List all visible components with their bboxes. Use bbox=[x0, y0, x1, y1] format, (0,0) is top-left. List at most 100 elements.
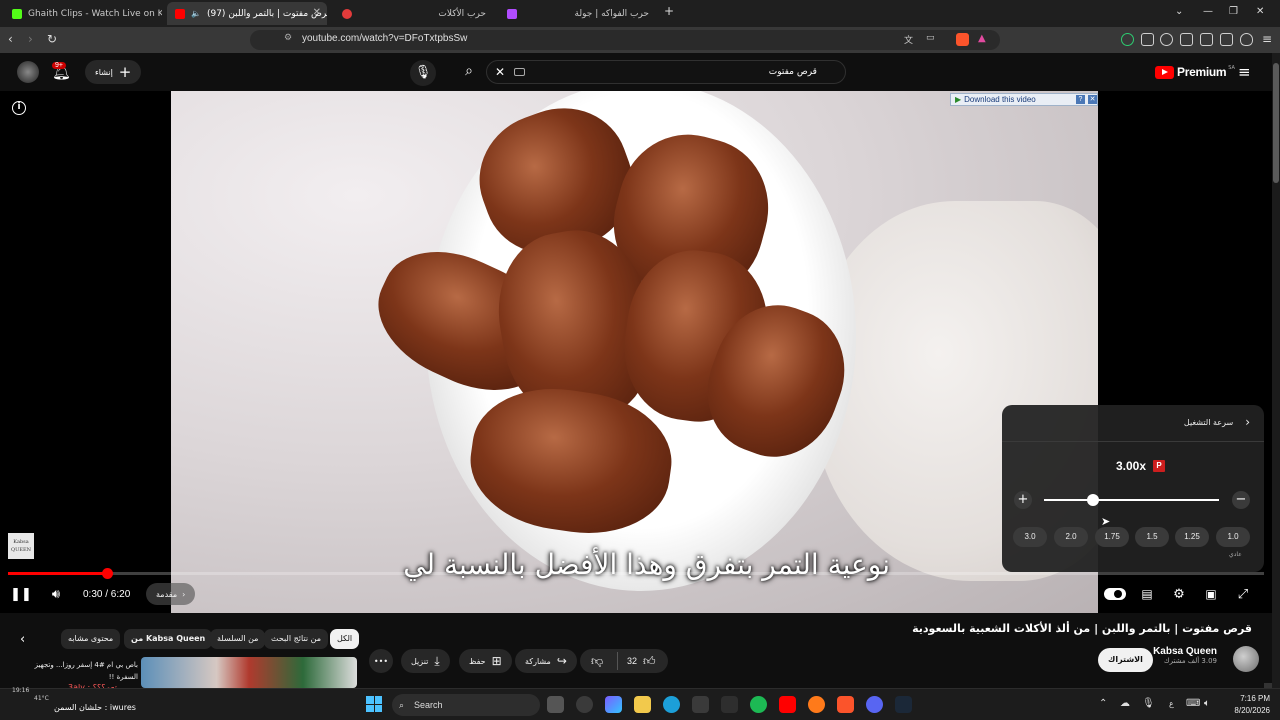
back-icon[interactable]: ‹ bbox=[8, 32, 13, 46]
chip-related[interactable]: محتوى مشابه bbox=[61, 629, 121, 649]
search-icon[interactable]: ⌕ bbox=[455, 63, 483, 83]
wallet-icon[interactable] bbox=[1200, 33, 1213, 46]
help-icon[interactable]: ? bbox=[1076, 95, 1085, 104]
search-box[interactable]: ⌕ ✕ bbox=[465, 60, 846, 84]
task-view-icon[interactable] bbox=[547, 696, 564, 713]
app-icon[interactable] bbox=[808, 696, 825, 713]
download-button[interactable]: تنزيل ⤓ bbox=[401, 649, 450, 673]
brave-shield-icon[interactable] bbox=[956, 33, 969, 46]
copilot-icon[interactable] bbox=[605, 696, 622, 713]
page-scrollbar[interactable] bbox=[1272, 53, 1280, 688]
edge-icon[interactable] bbox=[663, 696, 680, 713]
close-window-icon[interactable]: ✕ bbox=[1256, 6, 1264, 17]
decrease-speed-button[interactable]: − bbox=[1232, 491, 1250, 509]
progress-bar[interactable] bbox=[8, 568, 1264, 579]
youtube-premium-logo[interactable]: Premium SA bbox=[1155, 65, 1235, 79]
language-icon[interactable]: ع bbox=[1169, 699, 1174, 708]
tab-food-war[interactable]: حرب الأكلات bbox=[334, 2, 494, 25]
brave-rewards-icon[interactable]: ▲ bbox=[978, 33, 986, 44]
search-input[interactable] bbox=[567, 64, 817, 80]
steam-icon[interactable] bbox=[895, 696, 912, 713]
file-explorer-icon[interactable] bbox=[634, 696, 651, 713]
youtube-app-icon[interactable] bbox=[779, 696, 796, 713]
chip-all[interactable]: الكل bbox=[330, 629, 360, 649]
cast-icon[interactable]: ▭ bbox=[926, 33, 935, 43]
download-icon[interactable] bbox=[1220, 33, 1233, 46]
guide-menu-icon[interactable]: ≡ bbox=[1238, 63, 1251, 81]
network-icon[interactable]: ⌨ bbox=[1186, 698, 1200, 709]
app-icon[interactable] bbox=[576, 696, 593, 713]
minimize-icon[interactable]: — bbox=[1203, 6, 1213, 17]
microphone-icon[interactable]: 🎙︎ bbox=[1142, 698, 1155, 709]
create-button[interactable]: إنشاء + bbox=[85, 60, 142, 84]
tab-search-icon[interactable]: ⌄ bbox=[1175, 6, 1183, 17]
reload-icon[interactable]: ↻ bbox=[47, 32, 57, 46]
site-info-icon[interactable]: ⚙ bbox=[284, 33, 292, 43]
system-clock[interactable]: 7:16 PM 8/20/2026 bbox=[1224, 693, 1270, 717]
vpn-icon[interactable] bbox=[1240, 33, 1253, 46]
scrollbar-thumb[interactable] bbox=[1273, 63, 1279, 183]
speaker-icon[interactable]: 🔈︎ bbox=[1204, 698, 1210, 709]
dislike-icon[interactable]: 👎︎ bbox=[591, 654, 603, 669]
autoplay-toggle[interactable] bbox=[1104, 588, 1126, 600]
like-icon[interactable]: 👍︎ bbox=[643, 654, 656, 669]
url-text[interactable]: youtube.com/watch?v=DFoTxtpbsSw bbox=[302, 33, 467, 44]
chapter-button[interactable]: مقدمة › bbox=[146, 583, 196, 605]
taskbar-search[interactable]: ⌕ Search bbox=[392, 694, 540, 716]
chip-from-series[interactable]: من السلسلة bbox=[210, 629, 266, 649]
sidebar-icon[interactable] bbox=[1180, 33, 1193, 46]
speed-preset-1-5[interactable]: 1.5 bbox=[1135, 527, 1169, 547]
speaker-icon[interactable]: 🔈 bbox=[191, 9, 201, 18]
spotify-icon[interactable] bbox=[750, 696, 767, 713]
music-icon[interactable] bbox=[1160, 33, 1173, 46]
channel-watermark[interactable]: Kabsa QUEEN bbox=[8, 533, 34, 559]
tab-fruit-war[interactable]: حرب الفواكه | جولة bbox=[499, 2, 657, 25]
save-button[interactable]: حفظ ⊞ bbox=[459, 649, 512, 673]
tray-chevron-icon[interactable]: ⌃ bbox=[1099, 698, 1107, 709]
brave-icon[interactable] bbox=[837, 696, 854, 713]
translate-icon[interactable]: 文 bbox=[904, 33, 913, 46]
speed-preset-1-75[interactable]: 1.75 bbox=[1095, 527, 1129, 547]
speed-panel-header[interactable]: سرعة التشغيل › bbox=[1184, 415, 1250, 429]
store-icon[interactable] bbox=[692, 696, 709, 713]
cloud-icon[interactable]: ☁ bbox=[1120, 698, 1130, 709]
speed-preset-2[interactable]: 2.0 bbox=[1054, 527, 1088, 547]
related-video-thumbnail[interactable] bbox=[141, 657, 357, 688]
increase-speed-button[interactable]: + bbox=[1014, 491, 1032, 509]
speed-slider-handle[interactable] bbox=[1087, 494, 1099, 506]
related-video-title[interactable]: باص بي ام #4 إسفر روزا... وتجهيز السفرة … bbox=[22, 659, 138, 683]
speed-preset-1[interactable]: 1.0 bbox=[1216, 527, 1250, 547]
tab-kick[interactable]: Ghaith Clips - Watch Live on Kick bbox=[4, 2, 162, 25]
close-icon[interactable]: ✕ bbox=[1088, 95, 1097, 104]
app-icon[interactable] bbox=[721, 696, 738, 713]
like-count[interactable]: 32 bbox=[627, 656, 637, 666]
menu-icon[interactable]: ≡ bbox=[1262, 32, 1272, 46]
download-video-bar[interactable]: ▶ Download this video ? ✕ bbox=[950, 93, 1098, 106]
discord-icon[interactable] bbox=[866, 696, 883, 713]
channel-name[interactable]: Kabsa Queen bbox=[1153, 646, 1217, 657]
start-icon[interactable] bbox=[366, 696, 382, 712]
share-button[interactable]: مشاركة ↪ bbox=[515, 649, 577, 673]
more-actions-icon[interactable]: ••• bbox=[369, 649, 393, 673]
subscribe-button[interactable]: الاشتراك bbox=[1098, 648, 1153, 672]
maximize-icon[interactable]: ❐ bbox=[1229, 6, 1238, 17]
chevron-right-icon[interactable]: › bbox=[1245, 415, 1250, 429]
fullscreen-icon[interactable]: ⤢ bbox=[1235, 586, 1251, 602]
extensions-puzzle-icon[interactable] bbox=[1141, 33, 1154, 46]
volume-icon[interactable]: 🔊︎ bbox=[48, 586, 64, 602]
chip-from-channel[interactable]: من Kabsa Queen bbox=[124, 629, 213, 649]
chip-from-search[interactable]: من نتائج البحث bbox=[264, 629, 329, 649]
info-icon[interactable]: i bbox=[12, 101, 26, 115]
extension-icon[interactable] bbox=[1121, 33, 1134, 46]
theater-mode-icon[interactable]: ▣ bbox=[1203, 586, 1219, 602]
channel-info[interactable]: Kabsa Queen 3.09 ألف مشترك bbox=[1153, 646, 1217, 665]
speed-slider[interactable] bbox=[1044, 494, 1219, 506]
video-frame[interactable] bbox=[171, 91, 1098, 613]
channel-avatar[interactable] bbox=[1233, 646, 1259, 672]
forward-icon[interactable]: › bbox=[28, 32, 33, 46]
new-tab-button[interactable]: + bbox=[664, 4, 674, 18]
speed-preset-3[interactable]: 3.0 bbox=[1013, 527, 1047, 547]
tab-youtube-video[interactable]: 🔈 (97) قرص مفتوت | بالتمر واللبن ✕ bbox=[167, 2, 327, 25]
subtitles-icon[interactable]: ▤ bbox=[1139, 586, 1155, 602]
chips-scroll-left-icon[interactable]: ‹ bbox=[20, 632, 25, 647]
